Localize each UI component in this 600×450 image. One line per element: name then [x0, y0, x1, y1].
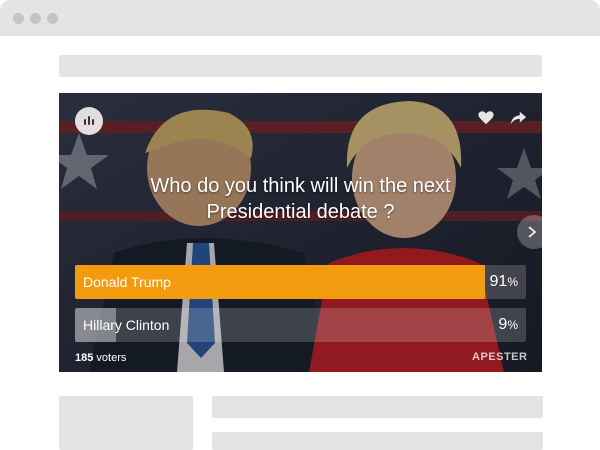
- content-placeholder-thumbnail: [59, 396, 193, 450]
- content-placeholder-line: [212, 432, 543, 450]
- poll-question: Who do you think will win the next Presi…: [150, 175, 451, 223]
- answer-percent: 91%: [489, 273, 518, 290]
- heart-icon[interactable]: [477, 109, 495, 127]
- window-dot-icon: [47, 13, 58, 24]
- brand-logo: APESTER: [472, 351, 528, 363]
- answer-percent: 9%: [498, 316, 518, 333]
- chevron-right-icon: [528, 226, 537, 238]
- voter-count: 185 voters: [75, 352, 127, 364]
- window-dot-icon: [30, 13, 41, 24]
- window-dot-icon: [13, 13, 24, 24]
- answer-option-trump[interactable]: Donald Trump 91%: [75, 265, 526, 299]
- answer-label: Hillary Clinton: [83, 317, 170, 333]
- answer-label: Donald Trump: [83, 274, 171, 290]
- content-placeholder-top: [59, 55, 542, 77]
- apester-logo-icon[interactable]: [75, 107, 103, 135]
- content-placeholder-line: [212, 396, 543, 418]
- poll-widget: Who do you think will win the next Presi…: [59, 93, 542, 372]
- browser-title-bar: [0, 0, 600, 36]
- answer-option-clinton[interactable]: Hillary Clinton 9%: [75, 308, 526, 342]
- share-icon[interactable]: [509, 109, 527, 127]
